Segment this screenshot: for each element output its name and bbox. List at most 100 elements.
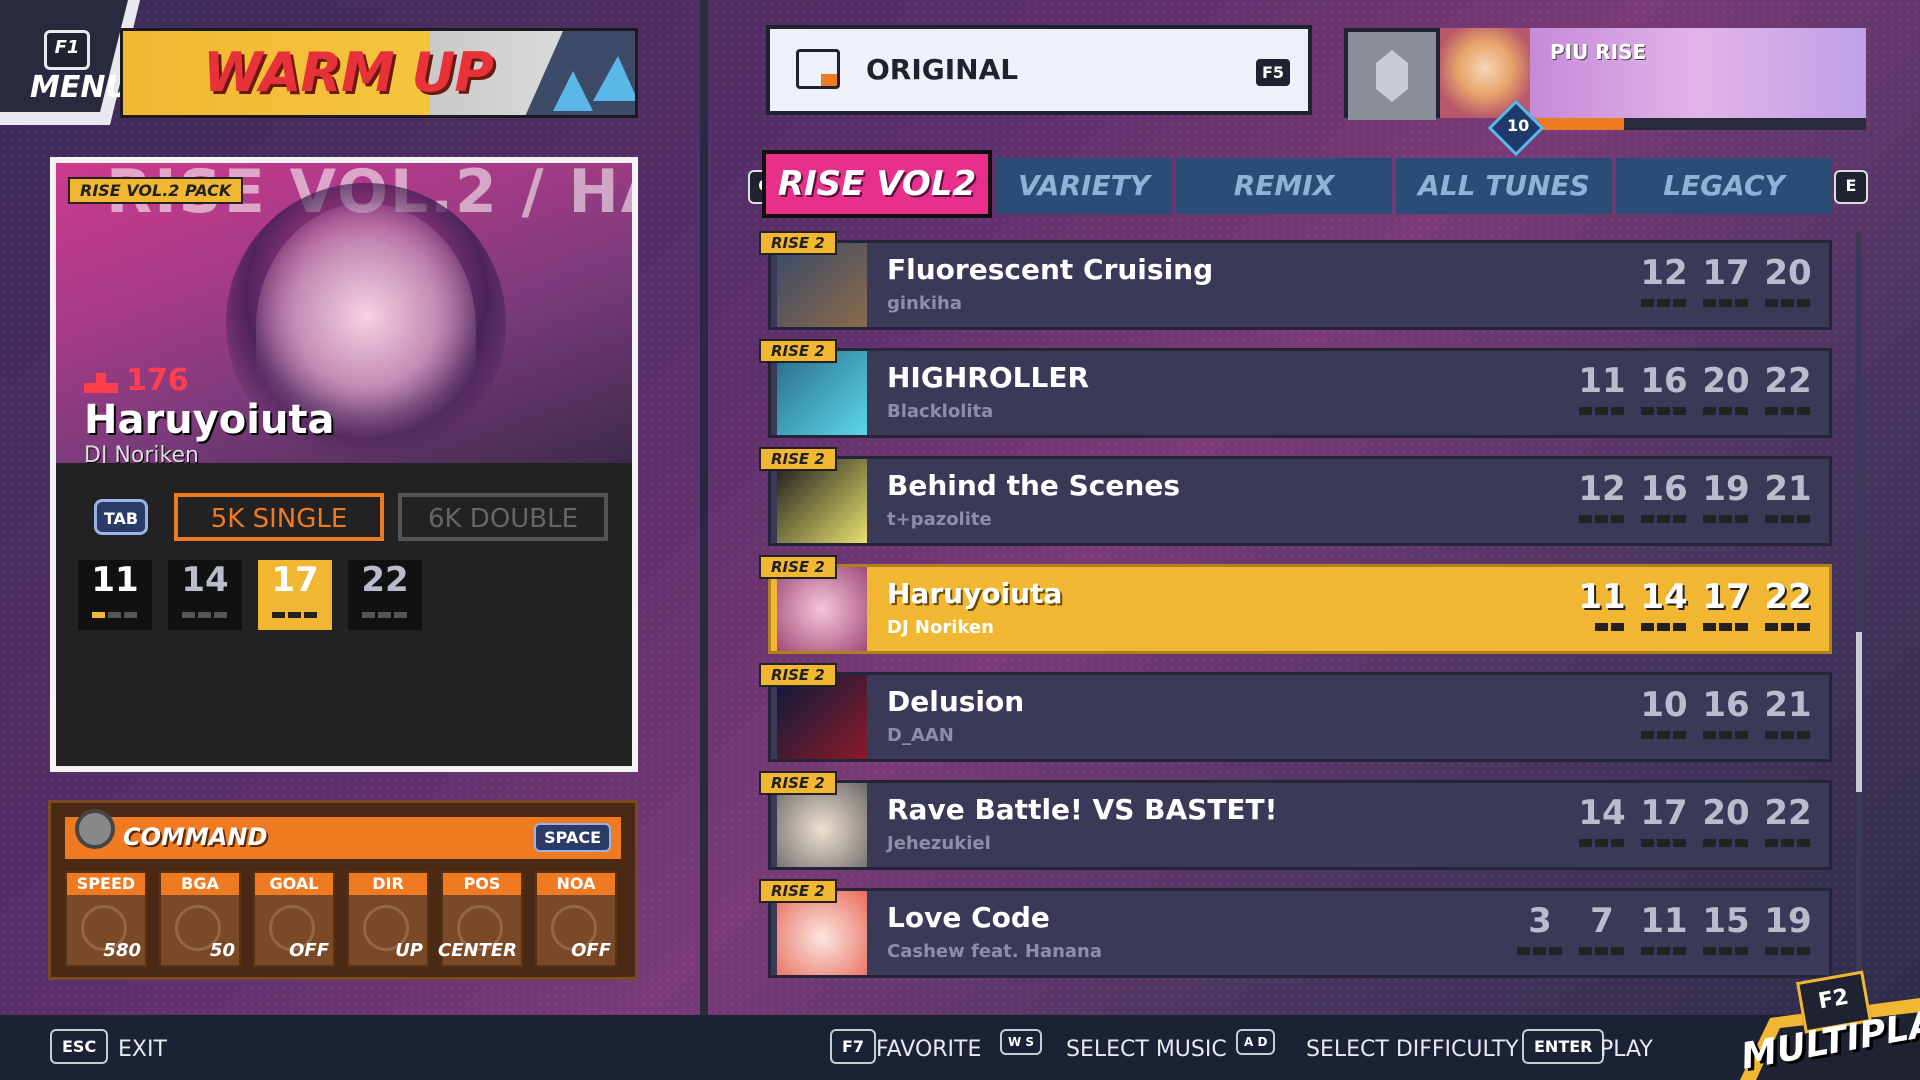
song-row-selected[interactable]: RISE 2 Haruyoiuta DJ Noriken 11 14 17 22 (759, 555, 1832, 654)
song-artist: D_AAN (887, 725, 954, 746)
song-level: 17 (1701, 577, 1751, 631)
level-bar (1703, 623, 1749, 631)
arrow-panel-icon (525, 31, 635, 115)
difficulty-bar (182, 612, 228, 618)
tab-legacy[interactable]: LEGACY (1616, 158, 1832, 214)
rise-badge: RISE 2 (759, 555, 837, 579)
ws-key[interactable]: W S (1000, 1029, 1043, 1055)
song-thumbnail (777, 351, 867, 435)
difficulty-level[interactable]: 11 (78, 560, 152, 630)
tab-rise-vol2[interactable]: RISE VOL2 (762, 150, 992, 218)
song-list-scrollbar[interactable] (1856, 232, 1862, 992)
song-row[interactable]: RISE 2 Behind the Scenes t+pazolite 12 1… (759, 447, 1832, 546)
level-bar (1765, 299, 1811, 307)
song-title: Rave Battle! VS BASTET! (887, 793, 1278, 826)
difficulty-level[interactable]: 22 (348, 560, 422, 630)
level-bar (1579, 947, 1625, 955)
command-pos[interactable]: POS CENTER (438, 871, 523, 967)
f7-key[interactable]: F7 (830, 1029, 877, 1064)
song-level: 16 (1701, 685, 1751, 739)
level-progress-bar (1530, 118, 1866, 130)
f5-key: F5 (1255, 59, 1290, 86)
song-level-number: 11 (1640, 901, 1688, 941)
warm-up-banner: WARM UP (120, 28, 638, 118)
song-artist: Cashew feat. Hanana (887, 941, 1103, 962)
song-title: Delusion (887, 685, 1025, 718)
song-level-number: 20 (1702, 361, 1750, 401)
rank-gem-icon (1348, 32, 1436, 120)
song-level: 12 (1639, 253, 1689, 307)
song-row[interactable]: RISE 2 HIGHROLLER Blacklolita 11 16 20 2… (759, 339, 1832, 438)
level-bar (1765, 407, 1811, 415)
command-label: BGA (161, 873, 239, 895)
command-goal[interactable]: GOAL OFF (253, 871, 335, 967)
select-difficulty-label: SELECT DIFFICULTY (1306, 1037, 1519, 1062)
song-level: 11 (1639, 901, 1689, 955)
mode-5k-single-button[interactable]: 5K SINGLE (174, 493, 384, 541)
difficulty-level-selected[interactable]: 17 (258, 560, 332, 630)
gear-icon (75, 809, 115, 849)
song-level-number: 12 (1578, 469, 1626, 509)
song-row[interactable]: RISE 2 Love Code Cashew feat. Hanana 3 7… (759, 879, 1832, 978)
command-speed[interactable]: SPEED 580 (65, 871, 147, 967)
category-tabs: Q RISE VOL2 VARIETY REMIX ALL TUNES LEGA… (748, 150, 1868, 218)
song-thumbnail (777, 459, 867, 543)
song-row[interactable]: RISE 2 Delusion D_AAN 10 16 21 (759, 663, 1832, 762)
level-bar (1703, 299, 1749, 307)
player-profile[interactable]: PIU RISE 10 (1344, 28, 1866, 157)
tab-key[interactable]: TAB (94, 499, 148, 535)
command-noa[interactable]: NOA OFF (535, 871, 617, 967)
song-level: 19 (1763, 901, 1813, 955)
song-level: 22 (1763, 361, 1813, 415)
favorite-label: FAVORITE (876, 1037, 982, 1062)
command-value: OFF (571, 940, 611, 961)
song-row[interactable]: RISE 2 Fluorescent Cruising ginkiha 12 1… (759, 231, 1832, 330)
multiplay-button[interactable]: F2 MULTIPLAY (1700, 958, 1920, 1080)
difficulty-level[interactable]: 14 (168, 560, 242, 630)
level-bar (1641, 623, 1687, 631)
song-level: 10 (1639, 685, 1689, 739)
tab-remix[interactable]: REMIX (1176, 158, 1392, 214)
song-thumbnail (777, 567, 867, 651)
song-row[interactable]: RISE 2 Rave Battle! VS BASTET! Jehezukie… (759, 771, 1832, 870)
level-bar (1765, 623, 1811, 631)
space-key[interactable]: SPACE (534, 823, 611, 852)
channel-selector[interactable]: ORIGINAL F5 (766, 25, 1312, 115)
song-level-number: 16 (1640, 469, 1688, 509)
level-bar (1765, 839, 1811, 847)
song-level-number: 3 (1528, 901, 1552, 941)
command-bga[interactable]: BGA 50 (159, 871, 241, 967)
level-bar (1703, 515, 1749, 523)
rise-badge: RISE 2 (759, 447, 837, 471)
e-key[interactable]: E (1834, 170, 1868, 204)
level-bar (1703, 407, 1749, 415)
song-level-number: 12 (1640, 253, 1688, 293)
song-level: 12 (1577, 469, 1627, 523)
pack-badge: RISE VOL.2 PACK (68, 177, 244, 204)
channel-icon (796, 49, 840, 89)
song-level: 16 (1639, 361, 1689, 415)
command-label: DIR (349, 873, 427, 895)
song-level: 20 (1701, 793, 1751, 847)
scrollbar-thumb[interactable] (1856, 632, 1862, 792)
tab-all-tunes[interactable]: ALL TUNES (1396, 158, 1612, 214)
command-dir[interactable]: DIR UP (347, 871, 429, 967)
song-level-number: 7 (1590, 901, 1614, 941)
song-artist: DJ Noriken (887, 617, 994, 638)
song-level-number: 16 (1702, 685, 1750, 725)
ad-key[interactable]: A D (1236, 1029, 1276, 1055)
song-level-number: 22 (1764, 577, 1812, 617)
difficulty-level-number: 11 (91, 560, 139, 600)
esc-key[interactable]: ESC (50, 1029, 109, 1064)
enter-key[interactable]: ENTER (1522, 1029, 1605, 1064)
level-bar (1765, 947, 1811, 955)
level-bar (1703, 839, 1749, 847)
level-bar (1765, 515, 1811, 523)
song-level: 21 (1763, 469, 1813, 523)
tab-variety[interactable]: VARIETY (996, 158, 1172, 214)
song-level-number: 11 (1578, 577, 1626, 617)
song-level: 17 (1639, 793, 1689, 847)
command-title: COMMAND (123, 823, 268, 851)
bpm-number: 176 (126, 363, 189, 398)
mode-6k-double-button[interactable]: 6K DOUBLE (398, 493, 608, 541)
